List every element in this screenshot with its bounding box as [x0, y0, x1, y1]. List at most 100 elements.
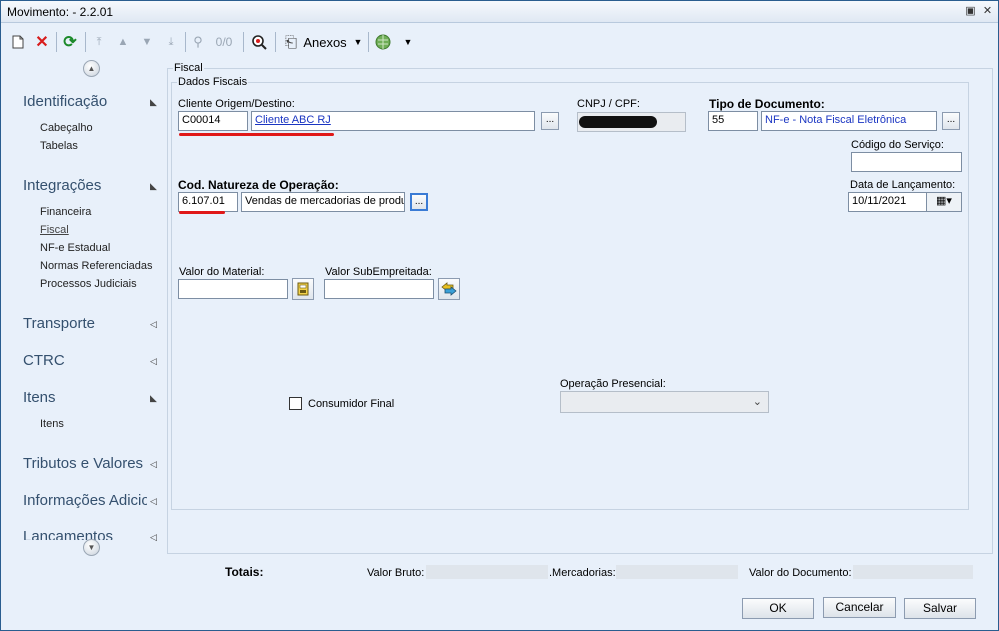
section-collapsed-icon[interactable]: ◁	[150, 532, 157, 543]
calendar-icon: ▦▾	[936, 195, 952, 207]
mercadorias-value	[616, 565, 738, 579]
window-title: Movimento: - 2.2.01	[7, 5, 114, 19]
valor-documento-label: Valor do Documento:	[749, 567, 852, 579]
natureza-label: Cod. Natureza de Operação:	[178, 178, 339, 192]
dados-fiscais-group	[171, 82, 969, 510]
section-collapsed-icon[interactable]: ◁	[150, 319, 157, 330]
redacted-cnpj-mark	[579, 116, 657, 128]
toolbar-separator	[243, 32, 244, 52]
codigo-servico-label: Código do Serviço:	[851, 139, 944, 151]
cnpj-label: CNPJ / CPF:	[577, 98, 640, 110]
section-collapsed-icon[interactable]: ◁	[150, 356, 157, 367]
sidebar-item-fiscal[interactable]: Fiscal	[40, 224, 69, 236]
record-position: 0/0	[215, 35, 233, 49]
sidebar-section-transporte[interactable]: Transporte	[23, 315, 95, 332]
toolbar-separator	[368, 32, 369, 52]
operacao-presencial-label: Operação Presencial:	[560, 378, 666, 390]
section-expanded-icon[interactable]: ◣	[150, 181, 157, 192]
delete-icon[interactable]: ✕	[33, 32, 51, 52]
cliente-code-input[interactable]: C00014	[178, 111, 248, 131]
fiscal-group-legend: Fiscal	[173, 62, 204, 74]
operacao-presencial-select[interactable]: ⌄	[560, 391, 769, 413]
section-expanded-icon[interactable]: ◣	[150, 393, 157, 404]
next-record-icon[interactable]: ▼	[138, 32, 156, 52]
section-expanded-icon[interactable]: ◣	[150, 97, 157, 108]
sidebar-section-informacoes-adicionais[interactable]: Informações Adicio	[23, 492, 147, 509]
first-record-icon[interactable]: ⤒	[90, 32, 108, 52]
sidebar-item-normas-referenciadas[interactable]: Normas Referenciadas	[40, 260, 153, 272]
globe-dropdown-icon[interactable]: ▼	[401, 32, 415, 52]
sidebar-section-identificacao[interactable]: Identificação	[23, 93, 107, 110]
previous-record-icon[interactable]: ▲	[114, 32, 132, 52]
red-underline-mark	[179, 133, 334, 136]
red-underline-mark	[179, 211, 225, 214]
valor-documento-value	[853, 565, 973, 579]
sidebar-section-integracoes[interactable]: Integrações	[23, 177, 101, 194]
tipo-documento-code-input[interactable]: 55	[708, 111, 758, 131]
valor-sub-input[interactable]	[324, 279, 434, 299]
sidebar: ▲ Identificação ◣ Cabeçalho Tabelas Inte…	[1, 60, 167, 556]
data-lancamento-label: Data de Lançamento:	[850, 179, 956, 191]
anexos-dropdown-icon[interactable]: ▼	[351, 32, 365, 52]
new-document-icon[interactable]	[9, 32, 27, 52]
calculator-icon[interactable]	[292, 278, 314, 300]
tipo-documento-lookup-button[interactable]: ...	[942, 112, 960, 130]
consumidor-final-checkbox[interactable]	[289, 397, 302, 410]
consumidor-final-label: Consumidor Final	[308, 398, 395, 410]
footer: Totais: Valor Bruto: .Mercadorias: Valor…	[1, 553, 998, 631]
refresh-icon[interactable]: ⟳	[60, 32, 80, 52]
chevron-down-icon: ⌄	[752, 396, 762, 408]
toolbar-separator	[185, 32, 186, 52]
dados-fiscais-legend: Dados Fiscais	[177, 76, 249, 88]
globe-icon[interactable]	[373, 32, 393, 52]
ok-button[interactable]: OK	[742, 598, 814, 619]
binoculars-icon[interactable]: ⚲	[189, 32, 207, 52]
title-bar: Movimento: - 2.2.01 ▣ ✕	[1, 1, 998, 23]
sidebar-item-nfe-estadual[interactable]: NF-e Estadual	[40, 242, 110, 254]
sidebar-item-processos-judiciais[interactable]: Processos Judiciais	[40, 278, 137, 290]
section-collapsed-icon[interactable]: ◁	[150, 496, 157, 507]
sidebar-section-itens[interactable]: Itens	[23, 389, 56, 406]
valor-sub-label: Valor SubEmpreitada:	[325, 266, 432, 278]
movimento-window: Movimento: - 2.2.01 ▣ ✕ ✕ ⟳ ⤒ ▲ ▼ ⤓ ⚲ 0/…	[0, 0, 999, 631]
search-zoom-icon[interactable]	[249, 32, 269, 52]
calendar-dropdown[interactable]: ▦▾	[926, 192, 962, 212]
toolbar-separator	[56, 32, 57, 52]
restore-icon[interactable]: ▣	[964, 5, 977, 18]
natureza-code-input[interactable]: 6.107.01	[178, 192, 238, 212]
anexos-button[interactable]: Anexos	[303, 32, 347, 52]
valor-material-input[interactable]	[178, 279, 288, 299]
sidebar-section-tributos-valores[interactable]: Tributos e Valores	[23, 455, 143, 472]
tipo-documento-name-input[interactable]: NF-e - Nota Fiscal Eletrônica	[761, 111, 937, 131]
last-record-icon[interactable]: ⤓	[162, 32, 180, 52]
close-icon[interactable]: ✕	[981, 5, 994, 18]
sidebar-item-itens[interactable]: Itens	[40, 418, 64, 430]
scroll-up-icon[interactable]: ▲	[83, 60, 100, 77]
sidebar-item-financeira[interactable]: Financeira	[40, 206, 91, 218]
valor-bruto-value	[426, 565, 548, 579]
cliente-label: Cliente Origem/Destino:	[178, 98, 295, 110]
natureza-lookup-button[interactable]: ...	[410, 193, 428, 211]
salvar-button[interactable]: Salvar	[904, 598, 976, 619]
toolbar: ✕ ⟳ ⤒ ▲ ▼ ⤓ ⚲ 0/0 ⎗ Anexos ▼ ▼	[1, 24, 998, 60]
sidebar-item-cabecalho[interactable]: Cabeçalho	[40, 122, 93, 134]
valor-bruto-label: Valor Bruto:	[367, 567, 425, 579]
cliente-name-input[interactable]: Cliente ABC RJ	[251, 111, 535, 131]
paperclip-icon[interactable]: ⎗	[281, 32, 301, 52]
cancelar-button[interactable]: Cancelar	[823, 597, 896, 618]
mercadorias-label: .Mercadorias:	[549, 567, 616, 579]
cliente-lookup-button[interactable]: ...	[541, 112, 559, 130]
natureza-desc-input[interactable]: Vendas de mercadorias de produ	[241, 192, 405, 212]
codigo-servico-input[interactable]	[851, 152, 962, 172]
section-collapsed-icon[interactable]: ◁	[150, 459, 157, 470]
sidebar-item-tabelas[interactable]: Tabelas	[40, 140, 78, 152]
subempreitada-action-icon[interactable]	[438, 278, 460, 300]
tipo-documento-label: Tipo de Documento:	[709, 97, 825, 111]
toolbar-separator	[85, 32, 86, 52]
toolbar-separator	[275, 32, 276, 52]
sidebar-section-ctrc[interactable]: CTRC	[23, 352, 65, 369]
sidebar-section-lancamentos[interactable]: Lancamentos	[23, 528, 113, 540]
main-content: Fiscal Dados Fiscais Cliente Origem/Dest…	[167, 60, 997, 554]
data-lancamento-input[interactable]: 10/11/2021	[848, 192, 927, 212]
totais-label: Totais:	[225, 565, 264, 579]
